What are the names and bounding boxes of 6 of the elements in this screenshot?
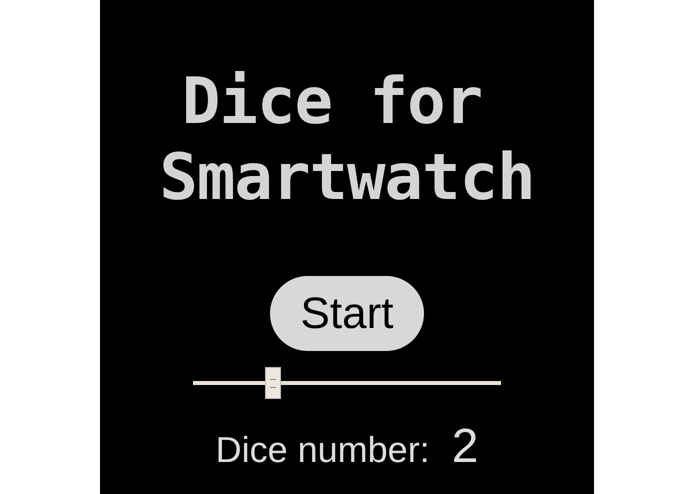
dice-number-value: 2 — [452, 419, 478, 474]
app-title: Dice for — [182, 64, 482, 140]
slider-thumb[interactable] — [265, 367, 282, 399]
app-title: Smartwatch — [159, 140, 535, 216]
start-button[interactable]: Start — [270, 276, 424, 351]
dice-number-label: Dice number: — [216, 429, 430, 471]
